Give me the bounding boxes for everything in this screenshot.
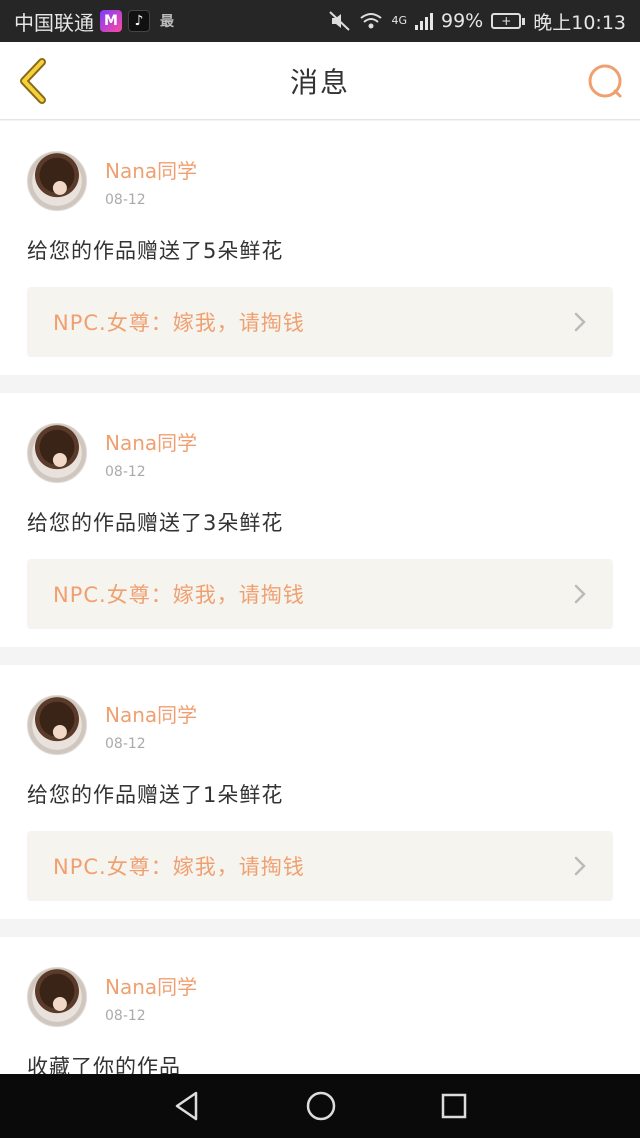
message-card: Nana同学 08-12 给您的作品赠送了1朵鲜花 NPC.女尊：嫁我，请掏钱: [0, 665, 640, 919]
message-card: Nana同学 08-12 给您的作品赠送了5朵鲜花 NPC.女尊：嫁我，请掏钱: [0, 121, 640, 375]
battery-percent: 99%: [441, 10, 484, 32]
mute-icon: [329, 11, 351, 31]
message-text: 给您的作品赠送了3朵鲜花: [27, 511, 284, 535]
search-icon[interactable]: [586, 62, 624, 100]
sender-name[interactable]: Nana同学: [105, 699, 197, 728]
battery-icon: +: [491, 13, 526, 29]
message-date: 08-12: [105, 192, 146, 208]
work-title: NPC.女尊：嫁我，请掏钱: [53, 855, 305, 879]
chevron-right-icon: [574, 584, 586, 604]
message-date: 08-12: [105, 736, 146, 752]
sender-name[interactable]: Nana同学: [105, 427, 197, 456]
status-bar: 中国联通 M ♪ 最 4G 99% + 晚上10:13: [0, 0, 640, 42]
message-list: Nana同学 08-12 给您的作品赠送了5朵鲜花 NPC.女尊：嫁我，请掏钱 …: [0, 121, 640, 1129]
avatar[interactable]: [27, 151, 87, 211]
work-title: NPC.女尊：嫁我，请掏钱: [53, 311, 305, 335]
work-link[interactable]: NPC.女尊：嫁我，请掏钱: [27, 831, 613, 901]
system-navigation-bar: [0, 1074, 640, 1138]
home-circle-icon[interactable]: [305, 1090, 337, 1122]
chevron-right-icon: [574, 856, 586, 876]
clock: 晚上10:13: [533, 11, 626, 34]
music-app-icon: ♪: [128, 10, 150, 32]
network-type: 4G: [391, 13, 407, 27]
chevron-right-icon: [574, 312, 586, 332]
message-date: 08-12: [105, 1008, 146, 1024]
avatar[interactable]: [27, 967, 87, 1027]
top-nav-bar: 消息: [0, 42, 640, 120]
message-text: 给您的作品赠送了1朵鲜花: [27, 783, 284, 807]
work-link[interactable]: NPC.女尊：嫁我，请掏钱: [27, 559, 613, 629]
sender-name[interactable]: Nana同学: [105, 155, 197, 184]
small-app-icon: 最: [160, 14, 174, 30]
message-text: 给您的作品赠送了5朵鲜花: [27, 239, 284, 263]
avatar[interactable]: [27, 423, 87, 483]
message-card: Nana同学 08-12 给您的作品赠送了3朵鲜花 NPC.女尊：嫁我，请掏钱: [0, 393, 640, 647]
avatar[interactable]: [27, 695, 87, 755]
page-title: 消息: [289, 65, 350, 99]
message-date: 08-12: [105, 464, 146, 480]
sender-name[interactable]: Nana同学: [105, 971, 197, 1000]
carrier-label: 中国联通: [14, 10, 94, 35]
work-title: NPC.女尊：嫁我，请掏钱: [53, 583, 305, 607]
work-link[interactable]: NPC.女尊：嫁我，请掏钱: [27, 287, 613, 357]
back-triangle-icon[interactable]: [172, 1090, 202, 1122]
signal-icon: [415, 12, 433, 30]
chevron-left-icon[interactable]: [14, 58, 54, 104]
recents-square-icon[interactable]: [440, 1092, 468, 1120]
wifi-icon: [360, 13, 383, 29]
app-notification-icon: M: [100, 10, 122, 32]
